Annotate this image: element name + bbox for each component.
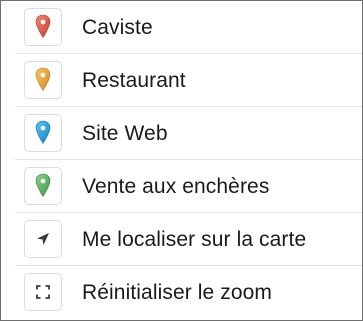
map-pin-icon: [35, 67, 51, 91]
icon-box: [24, 7, 62, 46]
icon-box: [24, 166, 62, 205]
menu-item-locate-me[interactable]: Me localiser sur la carte: [1, 213, 362, 266]
menu-item-label: Vente aux enchères: [82, 174, 270, 198]
menu-item-caviste[interactable]: Caviste: [1, 1, 362, 54]
menu-item-reset-zoom[interactable]: Réinitialiser le zoom: [1, 266, 362, 319]
map-pin-icon: [35, 14, 51, 38]
menu-item-label: Réinitialiser le zoom: [82, 280, 273, 304]
menu-item-vente-aux-encheres[interactable]: Vente aux enchères: [1, 160, 362, 213]
menu-item-site-web[interactable]: Site Web: [1, 107, 362, 160]
fullscreen-corners-icon: [36, 284, 50, 299]
icon-box: [24, 219, 62, 258]
menu-item-label: Caviste: [82, 15, 153, 39]
menu-item-label: Site Web: [82, 121, 168, 145]
map-pin-icon: [35, 120, 51, 144]
menu-item-label: Restaurant: [82, 68, 186, 92]
map-options-menu: Caviste Restaurant Site Web Vente aux en…: [0, 0, 363, 321]
icon-box: [24, 272, 62, 311]
menu-item-label: Me localiser sur la carte: [82, 227, 307, 251]
map-pin-icon: [35, 173, 51, 197]
icon-box: [24, 60, 62, 99]
menu-item-restaurant[interactable]: Restaurant: [1, 54, 362, 107]
location-arrow-icon: [37, 232, 49, 245]
icon-box: [24, 113, 62, 152]
